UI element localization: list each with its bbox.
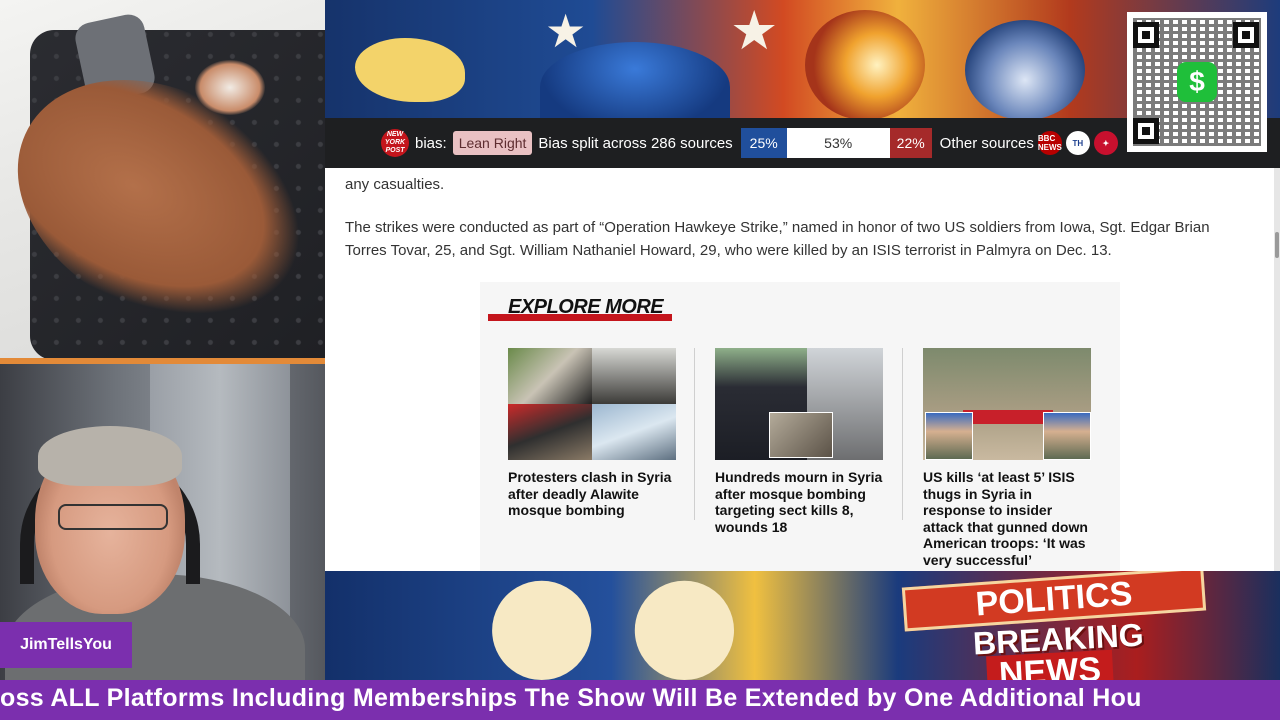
bbc-news-icon[interactable]: BBC NEWS <box>1037 131 1062 155</box>
star-icon: ★ <box>730 1 779 61</box>
explore-more-heading: EXPLORE MORE <box>508 296 664 318</box>
megaphone-graphic <box>805 10 925 118</box>
announcement-ticker: ross ALL Platforms Including Memberships… <box>0 680 1280 720</box>
article-content: any casualties. The strikes were conduct… <box>325 168 1274 571</box>
other-sources-label: Other sources <box>939 134 1034 152</box>
explore-more-module: EXPLORE MORE Protesters clash in Syria a… <box>480 282 1120 571</box>
article-thumbnail[interactable] <box>923 348 1091 460</box>
qr-finder-icon <box>1233 22 1259 48</box>
related-article-card[interactable]: US kills ‘at least 5’ ISIS thugs in Syri… <box>923 348 1091 568</box>
bottom-banner-art: ● ● POLITICS BREAKING NEWS <box>325 571 1280 680</box>
bias-lean-badge[interactable]: Lean Right <box>452 131 533 155</box>
the-hindu-icon[interactable]: TH <box>1065 131 1090 155</box>
eagle-icon[interactable]: ✦ <box>1093 131 1118 155</box>
host-glasses <box>58 504 168 530</box>
new-york-post-logo[interactable]: NEW YORK POST <box>381 129 409 157</box>
bias-left-segment[interactable]: 25% <box>740 128 787 158</box>
webcam-dog-feed <box>0 0 325 358</box>
article-thumbnail[interactable] <box>508 348 676 460</box>
article-thumbnail[interactable] <box>715 348 883 460</box>
card-divider <box>694 348 695 520</box>
bias-right-segment[interactable]: 22% <box>889 128 932 158</box>
scrollbar-track[interactable] <box>1274 168 1280 571</box>
scrollbar-thumb[interactable] <box>1275 232 1279 258</box>
article-paragraph: any casualties. <box>345 176 445 193</box>
bird-graphic <box>355 38 465 102</box>
card-divider <box>902 348 903 520</box>
puppy <box>195 60 265 115</box>
cashapp-icon: $ <box>1177 62 1217 102</box>
bias-split-label: Bias split across 286 sources <box>538 134 733 152</box>
banner-graphic: ● ● <box>485 571 741 680</box>
bias-label: bias: <box>415 134 447 152</box>
streamer-name-tag: JimTellsYou <box>0 622 132 668</box>
related-article-card[interactable]: Hundreds mourn in Syria after mosque bom… <box>715 348 883 535</box>
card-title[interactable]: US kills ‘at least 5’ ISIS thugs in Syri… <box>923 469 1091 568</box>
qr-finder-icon <box>1133 118 1159 144</box>
star-icon: ★ <box>545 5 587 57</box>
bias-center-segment[interactable]: 53% <box>786 128 890 158</box>
card-title[interactable]: Hundreds mourn in Syria after mosque bom… <box>715 469 883 535</box>
qr-finder-icon <box>1133 22 1159 48</box>
article-paragraph: The strikes were conducted as part of “O… <box>345 219 1210 259</box>
related-article-card[interactable]: Protesters clash in Syria after deadly A… <box>508 348 676 519</box>
megaphone-graphic <box>965 20 1085 118</box>
host-hair <box>38 426 182 486</box>
card-title[interactable]: Protesters clash in Syria after deadly A… <box>508 469 676 519</box>
cashapp-qr-code: $ <box>1127 12 1267 152</box>
ticker-text: ross ALL Platforms Including Memberships… <box>0 684 1142 712</box>
